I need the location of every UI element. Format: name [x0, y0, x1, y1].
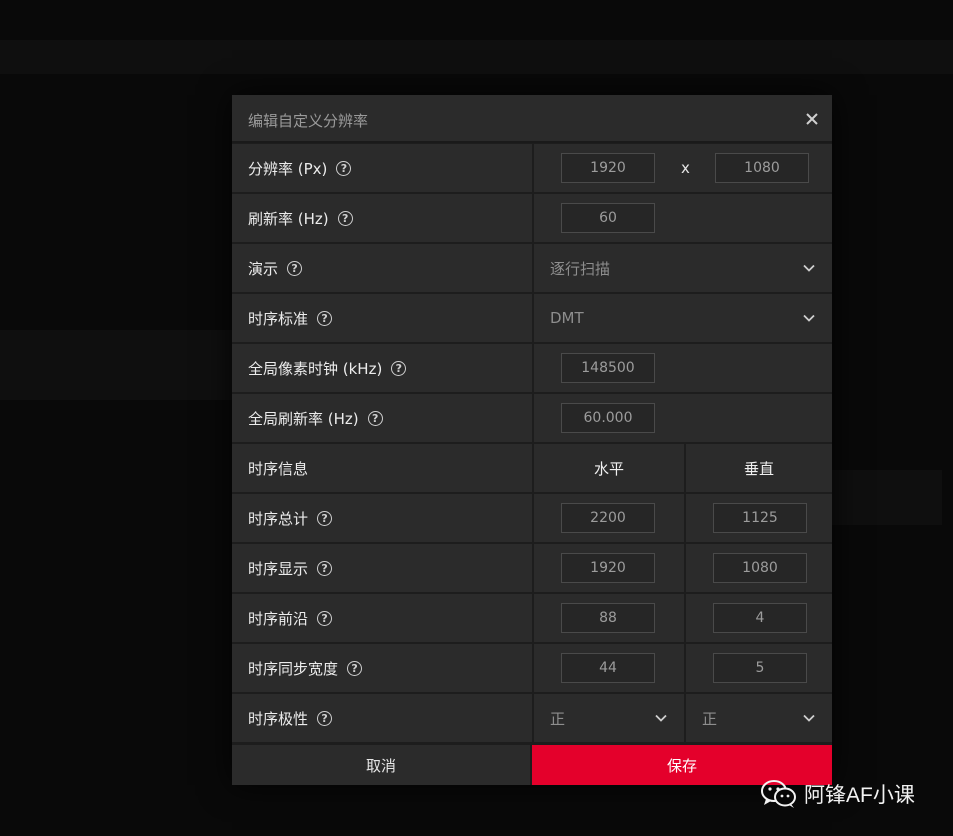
help-icon[interactable]: ?	[287, 260, 303, 276]
timing-standard-selected: DMT	[550, 309, 584, 327]
presentation-dropdown[interactable]: 逐行扫描	[534, 244, 832, 292]
timing-display-horizontal-input[interactable]: 1920	[561, 553, 655, 583]
help-icon[interactable]: ?	[317, 710, 333, 726]
background-toolbar	[0, 40, 953, 74]
resolution-width-input[interactable]: 1920	[561, 153, 655, 183]
pixel-clock-label: 全局像素时钟 (kHz)	[248, 359, 383, 378]
background-panel-right	[832, 470, 942, 525]
close-button[interactable]	[800, 107, 824, 131]
dialog-footer: 取消 保存	[232, 745, 832, 785]
timing-total-horizontal-input[interactable]: 2200	[561, 503, 655, 533]
timing-display-vertical-input[interactable]: 1080	[713, 553, 807, 583]
row-timing-sync-width: 时序同步宽度 ? 44 5	[232, 644, 832, 692]
help-icon[interactable]: ?	[337, 210, 353, 226]
dialog-title: 编辑自定义分辨率	[248, 112, 369, 130]
row-pixel-clock: 全局像素时钟 (kHz) ? 148500	[232, 344, 832, 392]
pixel-clock-input[interactable]: 148500	[561, 353, 655, 383]
timing-polarity-horizontal-selected: 正	[550, 709, 566, 728]
chevron-down-icon	[803, 314, 815, 322]
resolution-separator: x	[681, 159, 690, 177]
timing-front-porch-horizontal-input[interactable]: 88	[561, 603, 655, 633]
background-panel-left	[0, 330, 232, 400]
wechat-icon	[761, 780, 796, 808]
chevron-down-icon	[803, 264, 815, 272]
timing-total-label: 时序总计	[248, 509, 309, 528]
row-refresh-rate: 刷新率 (Hz) ? 60	[232, 194, 832, 242]
help-icon[interactable]: ?	[347, 660, 363, 676]
presentation-label: 演示	[248, 259, 279, 278]
chevron-down-icon	[655, 714, 667, 722]
edit-custom-resolution-dialog: 编辑自定义分辨率 分辨率 (Px) ? 1920 x 1080 刷新率 (Hz)…	[232, 95, 832, 785]
timing-polarity-horizontal-dropdown[interactable]: 正	[534, 694, 684, 742]
cancel-button[interactable]: 取消	[232, 745, 530, 785]
global-refresh-label: 全局刷新率 (Hz)	[248, 409, 359, 428]
dialog-header: 编辑自定义分辨率	[232, 95, 832, 143]
resolution-label: 分辨率 (Px)	[248, 159, 328, 178]
timing-front-porch-vertical-input[interactable]: 4	[713, 603, 807, 633]
timing-total-vertical-input[interactable]: 1125	[713, 503, 807, 533]
global-refresh-input[interactable]: 60.000	[561, 403, 655, 433]
watermark-text: 阿锋AF小课	[804, 784, 915, 807]
row-timing-info: 时序信息 水平 垂直	[232, 444, 832, 492]
timing-polarity-label: 时序极性	[248, 709, 309, 728]
timing-polarity-vertical-selected: 正	[702, 709, 718, 728]
timing-sync-width-vertical-input[interactable]: 5	[713, 653, 807, 683]
help-icon[interactable]: ?	[317, 610, 333, 626]
timing-sync-width-horizontal-input[interactable]: 44	[561, 653, 655, 683]
row-timing-front-porch: 时序前沿 ? 88 4	[232, 594, 832, 642]
help-icon[interactable]: ?	[367, 410, 383, 426]
row-timing-total: 时序总计 ? 2200 1125	[232, 494, 832, 542]
row-global-refresh: 全局刷新率 (Hz) ? 60.000	[232, 394, 832, 442]
column-horizontal-header: 水平	[534, 444, 684, 492]
help-icon[interactable]: ?	[391, 360, 407, 376]
help-icon[interactable]: ?	[317, 310, 333, 326]
watermark: 阿锋AF小课	[760, 776, 915, 812]
row-timing-polarity: 时序极性 ? 正 正	[232, 694, 832, 742]
refresh-rate-input[interactable]: 60	[561, 203, 655, 233]
timing-standard-dropdown[interactable]: DMT	[534, 294, 832, 342]
column-vertical-header: 垂直	[686, 444, 832, 492]
help-icon[interactable]: ?	[336, 160, 352, 176]
presentation-selected: 逐行扫描	[550, 259, 611, 278]
resolution-height-input[interactable]: 1080	[715, 153, 809, 183]
timing-front-porch-label: 时序前沿	[248, 609, 309, 628]
timing-info-label: 时序信息	[248, 459, 309, 478]
timing-standard-label: 时序标准	[248, 309, 309, 328]
row-presentation: 演示 ? 逐行扫描	[232, 244, 832, 292]
help-icon[interactable]: ?	[317, 510, 333, 526]
close-icon	[806, 113, 818, 125]
row-timing-standard: 时序标准 ? DMT	[232, 294, 832, 342]
timing-display-label: 时序显示	[248, 559, 309, 578]
timing-sync-width-label: 时序同步宽度	[248, 659, 339, 678]
chevron-down-icon	[803, 714, 815, 722]
refresh-rate-label: 刷新率 (Hz)	[248, 209, 329, 228]
row-resolution: 分辨率 (Px) ? 1920 x 1080	[232, 144, 832, 192]
timing-polarity-vertical-dropdown[interactable]: 正	[686, 694, 832, 742]
row-timing-display: 时序显示 ? 1920 1080	[232, 544, 832, 592]
help-icon[interactable]: ?	[317, 560, 333, 576]
